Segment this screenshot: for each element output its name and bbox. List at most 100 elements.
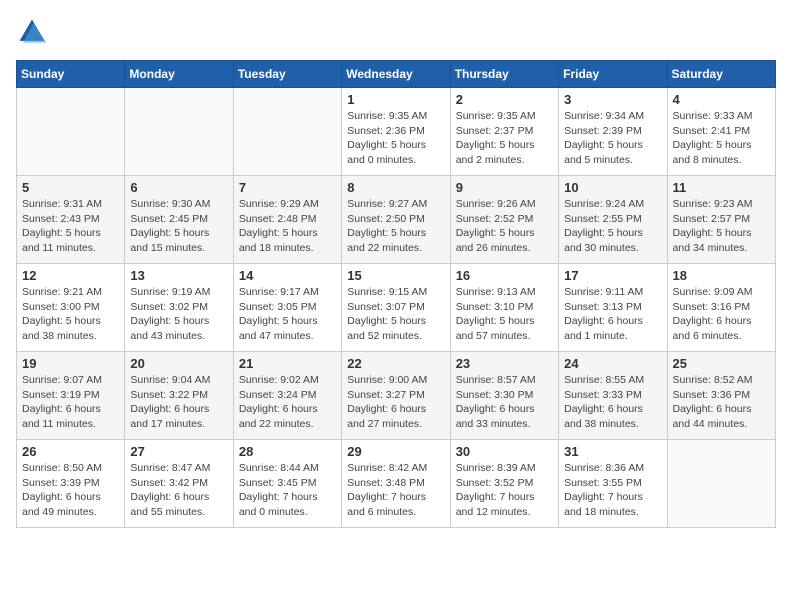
day-info: Sunrise: 9:00 AM Sunset: 3:27 PM Dayligh…: [347, 373, 444, 432]
day-cell: 29Sunrise: 8:42 AM Sunset: 3:48 PM Dayli…: [342, 440, 450, 528]
day-cell: 17 Sunrise: 9:11 AM Sunset: 3:13 PM Dayli…: [559, 264, 667, 352]
day-cell: 6 Sunrise: 9:30 AM Sunset: 2:45 PM Daylig…: [125, 176, 233, 264]
day-cell: 10Sunrise: 9:24 AM Sunset: 2:55 PM Dayli…: [559, 176, 667, 264]
day-info: Sunrise: 9:33 AM Sunset: 2:41 PM Dayligh…: [673, 109, 770, 168]
day-cell: [233, 88, 341, 176]
day-number: 4: [673, 92, 770, 107]
day-number: 6: [130, 180, 227, 195]
day-cell: 5 Sunrise: 9:31 AM Sunset: 2:43 PM Daylig…: [17, 176, 125, 264]
day-number: 27: [130, 444, 227, 459]
calendar-header: SundayMondayTuesdayWednesdayThursdayFrid…: [17, 61, 776, 88]
header-cell-wednesday: Wednesday: [342, 61, 450, 88]
day-info: Sunrise: 8:55 AM Sunset: 3:33 PM Dayligh…: [564, 373, 661, 432]
day-cell: 28 Sunrise: 8:44 AM Sunset: 3:45 PM Dayli…: [233, 440, 341, 528]
day-cell: [667, 440, 775, 528]
header-cell-tuesday: Tuesday: [233, 61, 341, 88]
day-number: 5: [22, 180, 119, 195]
day-info: Sunrise: 8:44 AM Sunset: 3:45 PM Dayligh…: [239, 461, 336, 520]
day-info: Sunrise: 9:04 AM Sunset: 3:22 PM Dayligh…: [130, 373, 227, 432]
day-cell: 16 Sunrise: 9:13 AM Sunset: 3:10 PM Dayli…: [450, 264, 558, 352]
day-cell: 15 Sunrise: 9:15 AM Sunset: 3:07 PM Dayli…: [342, 264, 450, 352]
day-number: 12: [22, 268, 119, 283]
day-number: 22: [347, 356, 444, 371]
day-info: Sunrise: 9:21 AM Sunset: 3:00 PM Dayligh…: [22, 285, 119, 344]
day-cell: 22 Sunrise: 9:00 AM Sunset: 3:27 PM Dayli…: [342, 352, 450, 440]
header-cell-friday: Friday: [559, 61, 667, 88]
day-cell: 13 Sunrise: 9:19 AM Sunset: 3:02 PM Dayli…: [125, 264, 233, 352]
header-row: SundayMondayTuesdayWednesdayThursdayFrid…: [17, 61, 776, 88]
day-number: 2: [456, 92, 553, 107]
day-number: 14: [239, 268, 336, 283]
day-cell: 26Sunrise: 8:50 AM Sunset: 3:39 PM Dayli…: [17, 440, 125, 528]
day-info: Sunrise: 9:07 AM Sunset: 3:19 PM Dayligh…: [22, 373, 119, 432]
day-cell: 14Sunrise: 9:17 AM Sunset: 3:05 PM Dayli…: [233, 264, 341, 352]
day-number: 1: [347, 92, 444, 107]
day-info: Sunrise: 9:15 AM Sunset: 3:07 PM Dayligh…: [347, 285, 444, 344]
day-number: 24: [564, 356, 661, 371]
day-info: Sunrise: 8:57 AM Sunset: 3:30 PM Dayligh…: [456, 373, 553, 432]
day-number: 11: [673, 180, 770, 195]
day-info: Sunrise: 8:47 AM Sunset: 3:42 PM Dayligh…: [130, 461, 227, 520]
day-cell: 7 Sunrise: 9:29 AM Sunset: 2:48 PM Daylig…: [233, 176, 341, 264]
day-info: Sunrise: 9:31 AM Sunset: 2:43 PM Dayligh…: [22, 197, 119, 256]
day-number: 25: [673, 356, 770, 371]
week-row-3: 19 Sunrise: 9:07 AM Sunset: 3:19 PM Dayli…: [17, 352, 776, 440]
day-cell: 19 Sunrise: 9:07 AM Sunset: 3:19 PM Dayli…: [17, 352, 125, 440]
day-number: 16: [456, 268, 553, 283]
day-cell: 12 Sunrise: 9:21 AM Sunset: 3:00 PM Dayli…: [17, 264, 125, 352]
day-number: 15: [347, 268, 444, 283]
day-info: Sunrise: 9:23 AM Sunset: 2:57 PM Dayligh…: [673, 197, 770, 256]
day-number: 29: [347, 444, 444, 459]
day-cell: 25 Sunrise: 8:52 AM Sunset: 3:36 PM Dayli…: [667, 352, 775, 440]
day-number: 28: [239, 444, 336, 459]
day-info: Sunrise: 9:09 AM Sunset: 3:16 PM Dayligh…: [673, 285, 770, 344]
day-info: Sunrise: 9:35 AM Sunset: 2:37 PM Dayligh…: [456, 109, 553, 168]
day-cell: 8Sunrise: 9:27 AM Sunset: 2:50 PM Daylig…: [342, 176, 450, 264]
day-info: Sunrise: 9:11 AM Sunset: 3:13 PM Dayligh…: [564, 285, 661, 344]
day-cell: [17, 88, 125, 176]
week-row-0: 1 Sunrise: 9:35 AM Sunset: 2:36 PM Daylig…: [17, 88, 776, 176]
day-info: Sunrise: 9:13 AM Sunset: 3:10 PM Dayligh…: [456, 285, 553, 344]
day-number: 20: [130, 356, 227, 371]
logo: [16, 16, 52, 48]
day-number: 3: [564, 92, 661, 107]
day-cell: [125, 88, 233, 176]
day-info: Sunrise: 9:29 AM Sunset: 2:48 PM Dayligh…: [239, 197, 336, 256]
day-cell: 23Sunrise: 8:57 AM Sunset: 3:30 PM Dayli…: [450, 352, 558, 440]
day-info: Sunrise: 9:24 AM Sunset: 2:55 PM Dayligh…: [564, 197, 661, 256]
logo-icon: [16, 16, 48, 48]
day-cell: 31 Sunrise: 8:36 AM Sunset: 3:55 PM Dayli…: [559, 440, 667, 528]
header-cell-sunday: Sunday: [17, 61, 125, 88]
header-cell-thursday: Thursday: [450, 61, 558, 88]
week-row-4: 26Sunrise: 8:50 AM Sunset: 3:39 PM Dayli…: [17, 440, 776, 528]
day-info: Sunrise: 9:34 AM Sunset: 2:39 PM Dayligh…: [564, 109, 661, 168]
day-cell: 11 Sunrise: 9:23 AM Sunset: 2:57 PM Dayli…: [667, 176, 775, 264]
day-info: Sunrise: 9:26 AM Sunset: 2:52 PM Dayligh…: [456, 197, 553, 256]
day-number: 17: [564, 268, 661, 283]
page-header: [16, 16, 776, 48]
day-info: Sunrise: 8:36 AM Sunset: 3:55 PM Dayligh…: [564, 461, 661, 520]
day-cell: 21 Sunrise: 9:02 AM Sunset: 3:24 PM Dayli…: [233, 352, 341, 440]
day-cell: 9Sunrise: 9:26 AM Sunset: 2:52 PM Daylig…: [450, 176, 558, 264]
calendar-body: 1 Sunrise: 9:35 AM Sunset: 2:36 PM Daylig…: [17, 88, 776, 528]
day-info: Sunrise: 9:19 AM Sunset: 3:02 PM Dayligh…: [130, 285, 227, 344]
day-cell: 4 Sunrise: 9:33 AM Sunset: 2:41 PM Daylig…: [667, 88, 775, 176]
day-cell: 24 Sunrise: 8:55 AM Sunset: 3:33 PM Dayli…: [559, 352, 667, 440]
day-info: Sunrise: 9:30 AM Sunset: 2:45 PM Dayligh…: [130, 197, 227, 256]
day-info: Sunrise: 9:02 AM Sunset: 3:24 PM Dayligh…: [239, 373, 336, 432]
day-info: Sunrise: 8:39 AM Sunset: 3:52 PM Dayligh…: [456, 461, 553, 520]
week-row-1: 5 Sunrise: 9:31 AM Sunset: 2:43 PM Daylig…: [17, 176, 776, 264]
day-cell: 30Sunrise: 8:39 AM Sunset: 3:52 PM Dayli…: [450, 440, 558, 528]
day-number: 13: [130, 268, 227, 283]
day-number: 19: [22, 356, 119, 371]
day-number: 8: [347, 180, 444, 195]
day-cell: 18 Sunrise: 9:09 AM Sunset: 3:16 PM Dayli…: [667, 264, 775, 352]
day-cell: 1 Sunrise: 9:35 AM Sunset: 2:36 PM Daylig…: [342, 88, 450, 176]
day-number: 26: [22, 444, 119, 459]
day-number: 7: [239, 180, 336, 195]
day-number: 21: [239, 356, 336, 371]
day-number: 31: [564, 444, 661, 459]
day-number: 18: [673, 268, 770, 283]
day-info: Sunrise: 8:52 AM Sunset: 3:36 PM Dayligh…: [673, 373, 770, 432]
day-info: Sunrise: 9:35 AM Sunset: 2:36 PM Dayligh…: [347, 109, 444, 168]
